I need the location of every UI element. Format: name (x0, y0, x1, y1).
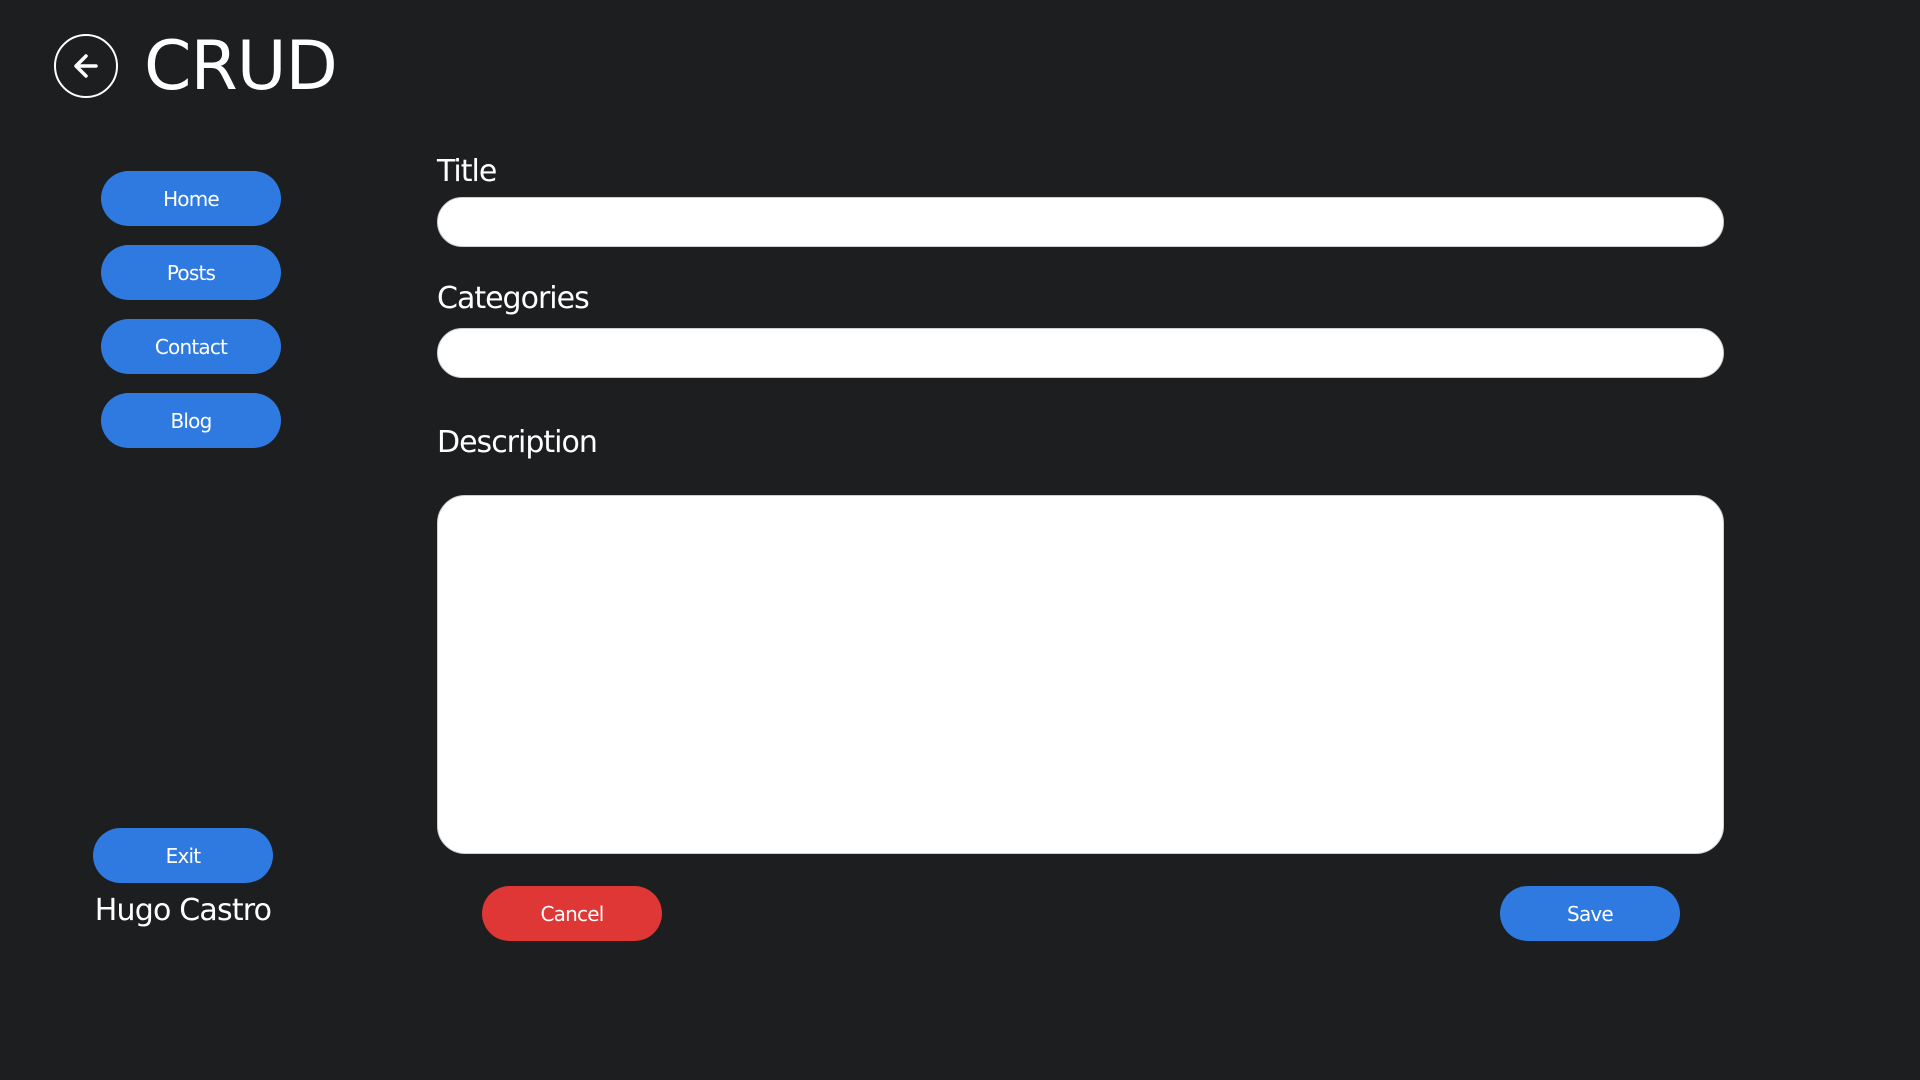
title-input[interactable] (437, 197, 1724, 247)
sidebar-item-contact[interactable]: Contact (101, 319, 281, 374)
save-button[interactable]: Save (1500, 886, 1680, 941)
categories-label: Categories (437, 281, 590, 316)
user-name: Hugo Castro (94, 893, 272, 928)
arrow-left-icon (74, 54, 98, 78)
sidebar-item-posts[interactable]: Posts (101, 245, 281, 300)
exit-button[interactable]: Exit (93, 828, 273, 883)
sidebar-item-home[interactable]: Home (101, 171, 281, 226)
cancel-button[interactable]: Cancel (482, 886, 662, 941)
title-label: Title (437, 154, 497, 189)
back-button[interactable] (54, 34, 118, 98)
categories-input[interactable] (437, 328, 1724, 378)
sidebar-item-blog[interactable]: Blog (101, 393, 281, 448)
crud-page: CRUD Home Posts Contact Blog Exit Hugo C… (0, 0, 1920, 1080)
page-title: CRUD (144, 27, 338, 106)
description-textarea[interactable] (437, 495, 1724, 854)
description-label: Description (437, 425, 598, 460)
